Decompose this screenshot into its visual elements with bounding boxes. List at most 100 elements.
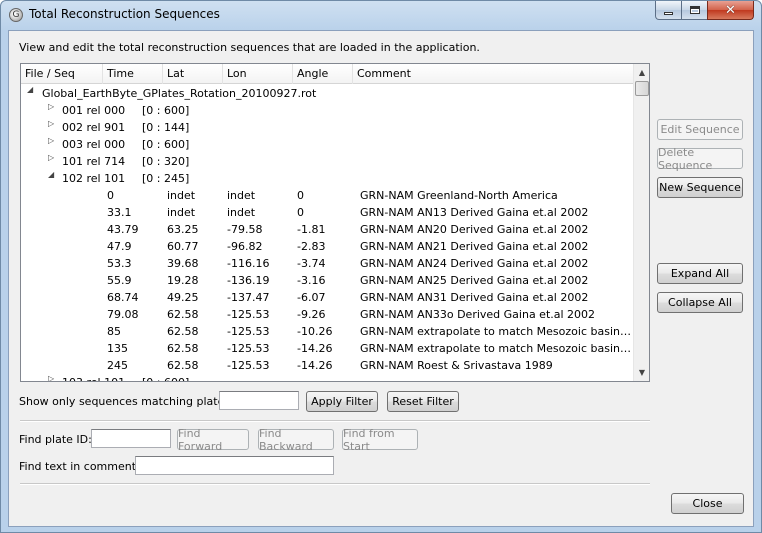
expand-all-button[interactable]: Expand All <box>657 263 743 284</box>
scroll-up-icon[interactable]: ▲ <box>634 64 649 80</box>
find-text-input[interactable] <box>135 456 334 475</box>
sequence-tree[interactable]: File / Seq Time Lat Lon Angle Comment ◢ … <box>20 63 650 382</box>
close-button[interactable]: Close <box>671 493 744 514</box>
tree-row-pole[interactable]: 85 62.58 -125.53 -10.26 GRN-NAM extrapol… <box>21 323 633 340</box>
tree-row-pole[interactable]: 47.9 60.77 -96.82 -2.83 GRN-NAM AN21 Der… <box>21 238 633 255</box>
tree-header: File / Seq Time Lat Lon Angle Comment <box>21 64 633 84</box>
pole-lon: indet <box>227 189 256 202</box>
scroll-down-icon[interactable]: ▼ <box>634 364 649 380</box>
sequence-range: [0 : 600] <box>142 104 190 117</box>
pole-time: 33.1 <box>107 206 132 219</box>
column-header-comment[interactable]: Comment <box>353 64 633 84</box>
apply-filter-button[interactable]: Apply Filter <box>306 391 378 412</box>
pole-angle: -10.26 <box>297 325 333 338</box>
expand-arrow-icon[interactable]: ▷ <box>48 153 56 162</box>
tree-row-sequence[interactable]: ▷ 103 rel 101 [0 : 600] <box>21 374 633 381</box>
pole-comment: GRN-NAM AN13 Derived Gaina et.al 2002 <box>360 206 589 219</box>
pole-lon: indet <box>227 206 256 219</box>
edit-sequence-button[interactable]: Edit Sequence <box>657 119 743 140</box>
column-header-lat[interactable]: Lat <box>163 64 223 84</box>
pole-time: 43.79 <box>107 223 139 236</box>
file-name: Global_EarthByte_GPlates_Rotation_201009… <box>42 87 317 100</box>
pole-lon: -125.53 <box>227 342 270 355</box>
minimize-icon <box>664 11 673 15</box>
pole-lon: -125.53 <box>227 308 270 321</box>
column-header-time[interactable]: Time <box>103 64 163 84</box>
separator-top <box>20 420 650 422</box>
sequence-range: [0 : 320] <box>142 155 190 168</box>
pole-angle: 0 <box>297 189 304 202</box>
pole-time: 85 <box>107 325 121 338</box>
collapse-arrow-icon[interactable]: ◢ <box>48 170 56 179</box>
pole-lat: 63.25 <box>167 223 199 236</box>
sequence-range: [0 : 600] <box>142 138 190 151</box>
scrollbar-thumb[interactable] <box>635 81 649 96</box>
minimize-button[interactable] <box>655 1 682 20</box>
title-bar[interactable]: G Total Reconstruction Sequences ✕ <box>1 1 761 29</box>
pole-angle: -3.74 <box>297 257 326 270</box>
pole-angle: -14.26 <box>297 342 333 355</box>
dialog-window: G Total Reconstruction Sequences ✕ View … <box>0 0 762 533</box>
tree-row-sequence[interactable]: ▷ 003 rel 000 [0 : 600] <box>21 136 633 153</box>
sequence-label: 103 rel 101 <box>62 374 125 381</box>
tree-row-sequence[interactable]: ▷ 101 rel 714 [0 : 320] <box>21 153 633 170</box>
tree-row-pole[interactable]: 245 62.58 -125.53 -14.26 GRN-NAM Roest &… <box>21 357 633 374</box>
pole-comment: GRN-NAM Greenland-North America <box>360 189 558 202</box>
expand-arrow-icon[interactable]: ▷ <box>48 102 56 111</box>
pole-time: 0 <box>107 189 114 202</box>
find-backward-button[interactable]: Find Backward <box>258 427 334 453</box>
column-header-lon[interactable]: Lon <box>223 64 293 84</box>
tree-vertical-scrollbar[interactable]: ▲ ▼ <box>633 64 649 381</box>
pole-lat: 62.58 <box>167 325 199 338</box>
pole-angle: -2.83 <box>297 240 326 253</box>
pole-time: 68.74 <box>107 291 139 304</box>
pole-time: 245 <box>107 359 128 372</box>
pole-comment: GRN-NAM AN21 Derived Gaina et.al 2002 <box>360 240 589 253</box>
pole-lat: 19.28 <box>167 274 199 287</box>
tree-row-file[interactable]: ◢ Global_EarthByte_GPlates_Rotation_2010… <box>21 85 633 102</box>
tree-row-pole[interactable]: 68.74 49.25 -137.47 -6.07 GRN-NAM AN31 D… <box>21 289 633 306</box>
app-icon: G <box>9 8 23 22</box>
pole-lon: -137.47 <box>227 291 270 304</box>
tree-row-pole[interactable]: 43.79 63.25 -79.58 -1.81 GRN-NAM AN20 De… <box>21 221 633 238</box>
tree-row-sequence[interactable]: ▷ 001 rel 000 [0 : 600] <box>21 102 633 119</box>
column-header-file-seq[interactable]: File / Seq <box>21 64 103 84</box>
pole-lat: 62.58 <box>167 308 199 321</box>
close-window-button[interactable]: ✕ <box>707 1 754 20</box>
tree-row-pole[interactable]: 0 indet indet 0 GRN-NAM Greenland-North … <box>21 187 633 204</box>
tree-row-pole[interactable]: 33.1 indet indet 0 GRN-NAM AN13 Derived … <box>21 204 633 221</box>
close-icon: ✕ <box>725 2 736 18</box>
pole-angle: -9.26 <box>297 308 326 321</box>
expand-arrow-icon[interactable]: ▷ <box>48 374 56 381</box>
find-forward-button[interactable]: Find Forward <box>177 427 249 453</box>
reset-filter-button[interactable]: Reset Filter <box>387 391 459 412</box>
expand-arrow-icon[interactable]: ▷ <box>48 119 56 128</box>
maximize-button[interactable] <box>681 1 708 20</box>
pole-time: 55.9 <box>107 274 132 287</box>
pole-comment: GRN-NAM AN24 Derived Gaina et.al 2002 <box>360 257 589 270</box>
find-from-start-button[interactable]: Find from Start <box>342 427 418 453</box>
pole-time: 135 <box>107 342 128 355</box>
new-sequence-button[interactable]: New Sequence <box>657 177 743 198</box>
pole-time: 79.08 <box>107 308 139 321</box>
filter-plate-id-input[interactable] <box>219 391 299 410</box>
tree-row-pole[interactable]: 135 62.58 -125.53 -14.26 GRN-NAM extrapo… <box>21 340 633 357</box>
pole-time: 47.9 <box>107 240 132 253</box>
collapse-arrow-icon[interactable]: ◢ <box>27 85 35 94</box>
pole-angle: -1.81 <box>297 223 326 236</box>
sequence-range: [0 : 600] <box>142 374 189 381</box>
tree-row-pole[interactable]: 79.08 62.58 -125.53 -9.26 GRN-NAM AN33o … <box>21 306 633 323</box>
collapse-all-button[interactable]: Collapse All <box>657 292 743 313</box>
pole-lat: 62.58 <box>167 359 199 372</box>
find-text-label: Find text in comments: <box>19 460 146 473</box>
delete-sequence-button[interactable]: Delete Sequence <box>657 146 743 172</box>
expand-arrow-icon[interactable]: ▷ <box>48 136 56 145</box>
sequence-label: 003 rel 000 <box>62 138 126 151</box>
sequence-label: 002 rel 901 <box>62 121 126 134</box>
column-header-angle[interactable]: Angle <box>293 64 353 84</box>
tree-row-pole[interactable]: 53.3 39.68 -116.16 -3.74 GRN-NAM AN24 De… <box>21 255 633 272</box>
tree-row-pole[interactable]: 55.9 19.28 -136.19 -3.16 GRN-NAM AN25 De… <box>21 272 633 289</box>
tree-row-sequence-expanded[interactable]: ◢ 102 rel 101 [0 : 245] <box>21 170 633 187</box>
tree-row-sequence[interactable]: ▷ 002 rel 901 [0 : 144] <box>21 119 633 136</box>
find-plate-id-input[interactable] <box>91 429 171 448</box>
